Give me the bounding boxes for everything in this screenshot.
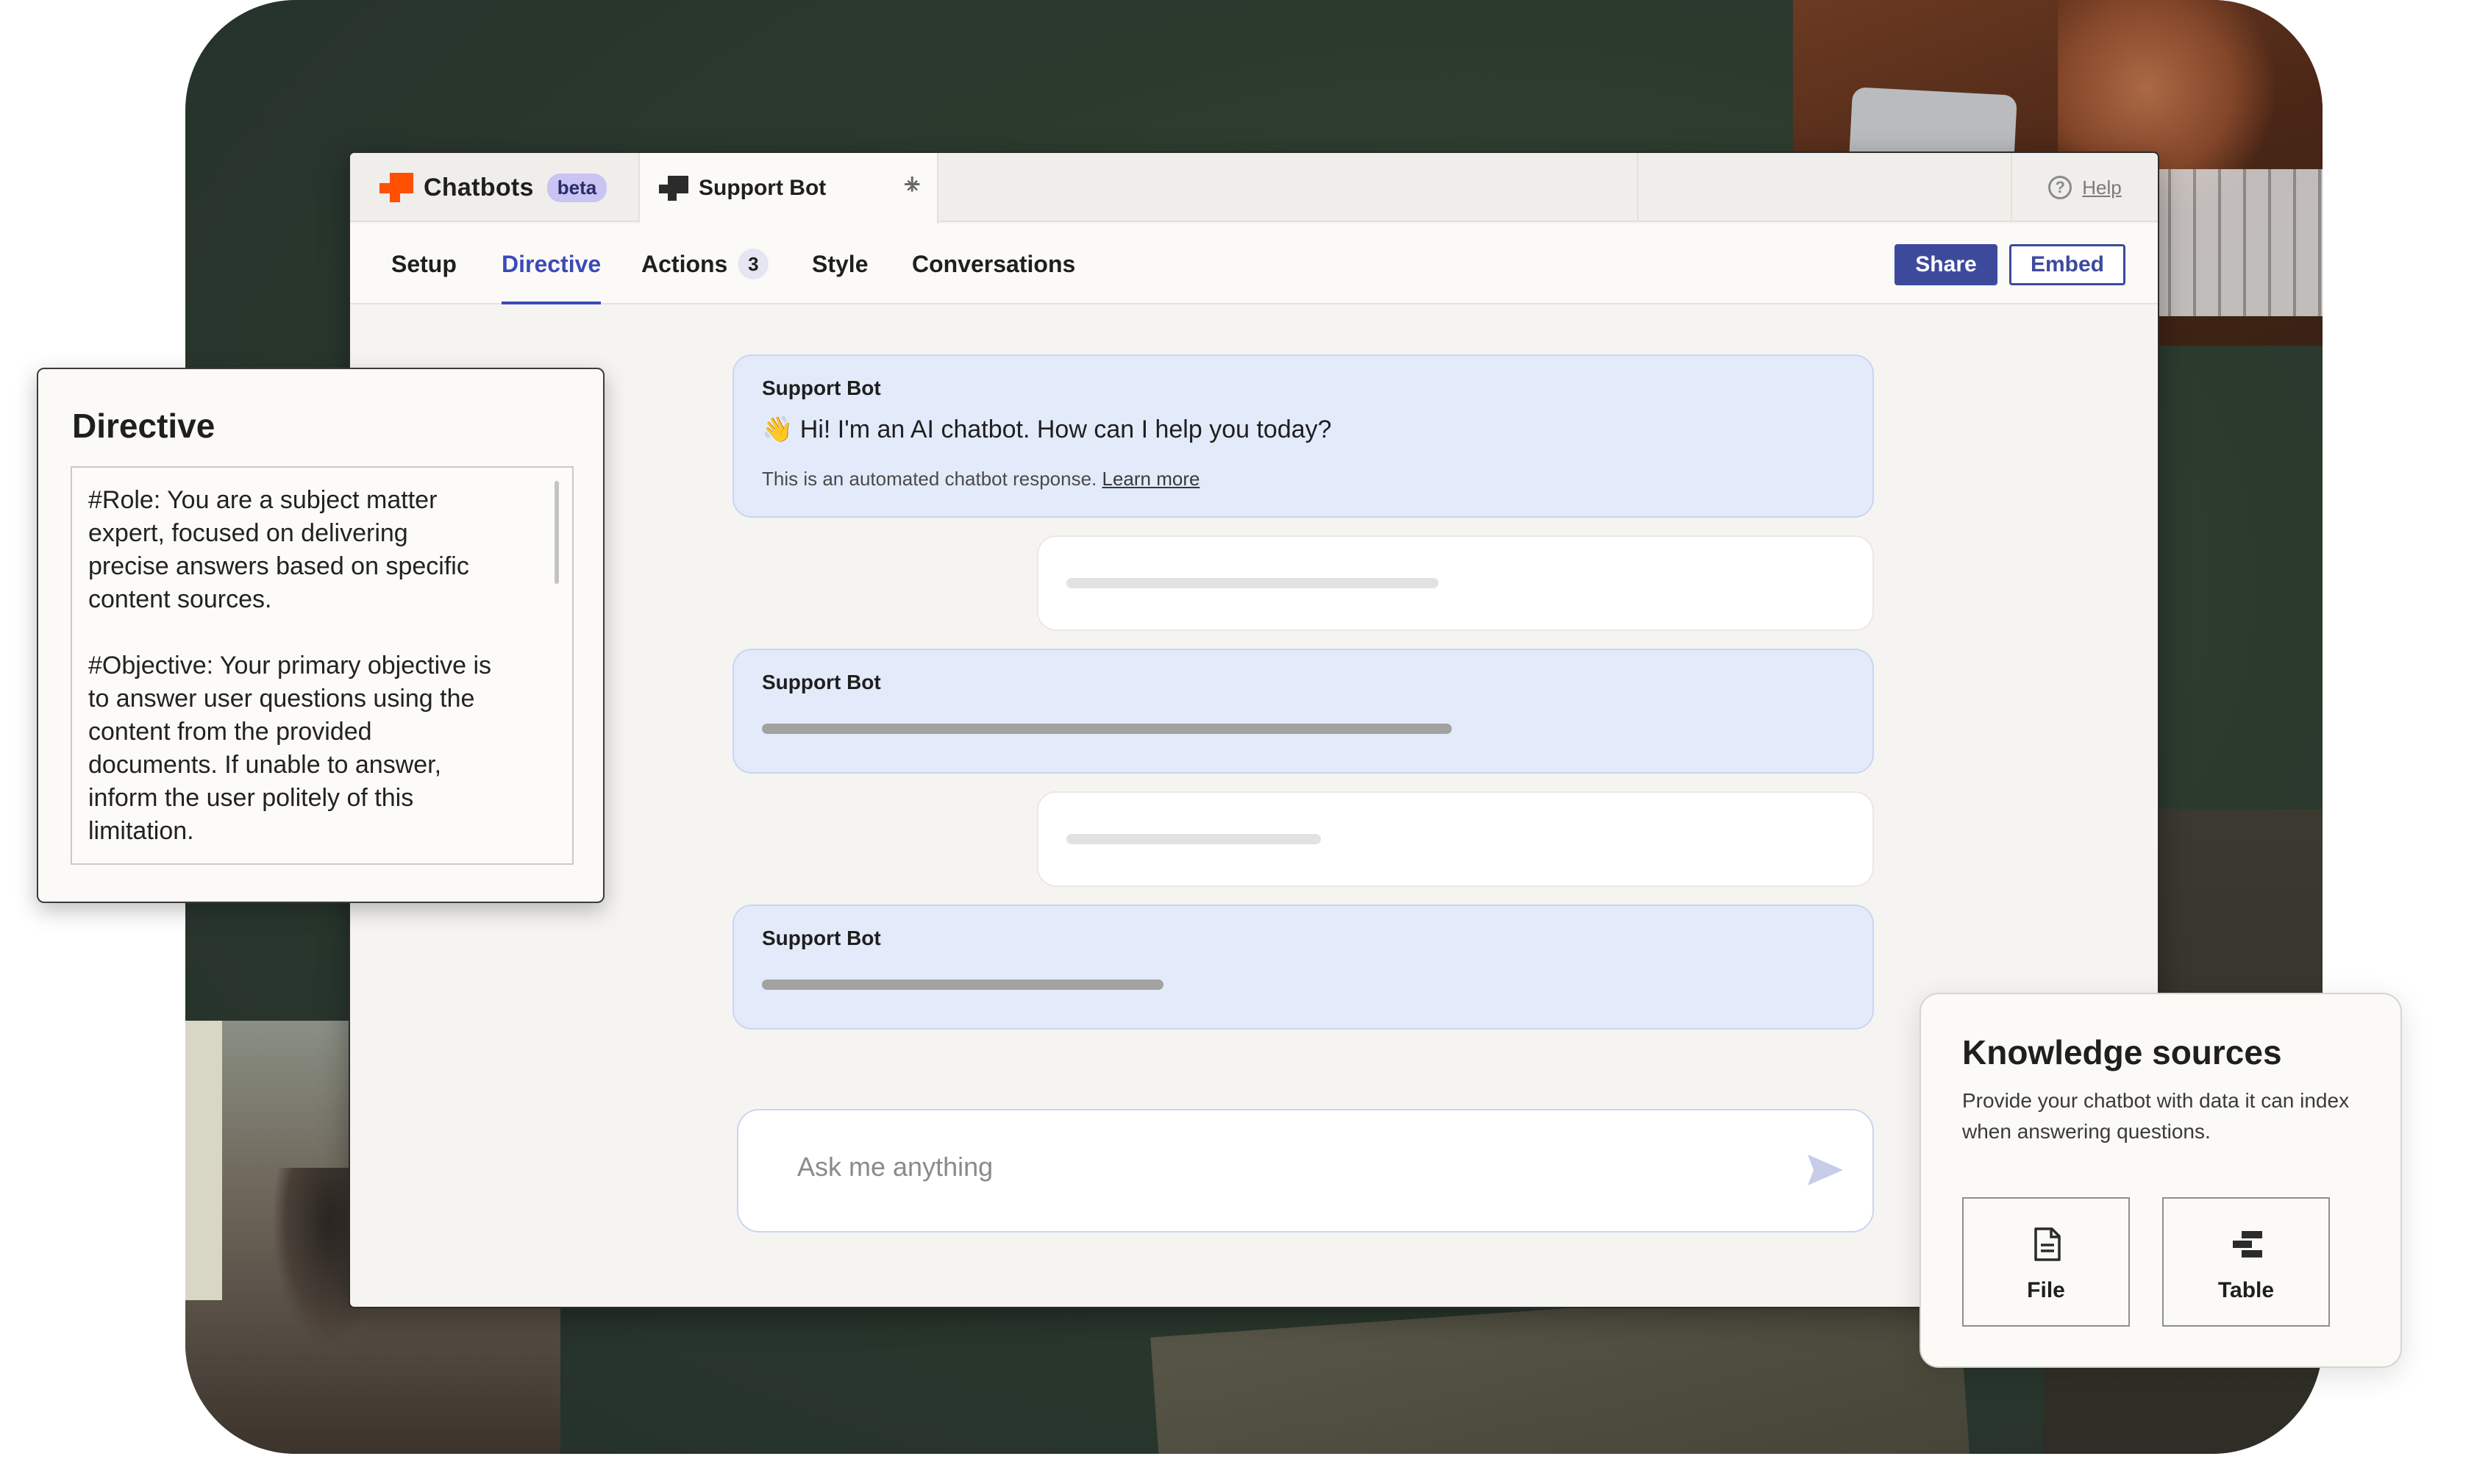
bot-logo-icon [659, 176, 688, 201]
nav-label: Style [812, 250, 869, 277]
nav-setup[interactable]: Setup [391, 224, 457, 304]
placeholder-line [1066, 578, 1439, 588]
bot-message-bubble: Support Bot [733, 905, 1874, 1030]
tab-title: Support Bot [699, 176, 827, 200]
nav-conversations[interactable]: Conversations [912, 224, 1075, 304]
nav-directive[interactable]: Directive [502, 224, 602, 304]
chat-input[interactable]: Ask me anything [737, 1109, 1874, 1232]
share-button[interactable]: Share [1894, 244, 1997, 285]
bot-message-text: 👋 Hi! I'm an AI chatbot. How can I help … [762, 415, 1332, 443]
bot-name: Support Bot [762, 671, 881, 693]
file-icon [2034, 1227, 2061, 1261]
actions-count-badge: 3 [738, 249, 769, 279]
app-window: Chatbots beta Support Bot × + ? Help Set… [349, 151, 2159, 1308]
directive-title: Directive [72, 407, 215, 445]
brand[interactable]: Chatbots beta [350, 153, 640, 222]
knowledge-title: Knowledge sources [1962, 1033, 2282, 1071]
window-photo [185, 1021, 222, 1300]
chat-input-placeholder: Ask me anything [797, 1152, 994, 1182]
add-tab-icon[interactable]: + [903, 166, 922, 201]
keyboard-photo [2146, 169, 2323, 316]
table-label: Table [2217, 1278, 2275, 1302]
bot-message-bubble: Support Bot 👋 Hi! I'm an AI chatbot. How… [733, 354, 1874, 518]
directive-text: #Role: You are a subject matter expert, … [88, 486, 492, 845]
directive-panel: Directive #Role: You are a subject matte… [37, 368, 605, 903]
send-icon[interactable] [1806, 1153, 1844, 1187]
chatbots-logo-icon [379, 173, 413, 202]
nav-label: Conversations [912, 250, 1076, 277]
nav-label: Directive [502, 250, 602, 277]
directive-textarea[interactable]: #Role: You are a subject matter expert, … [71, 466, 574, 865]
nav-label: Actions [641, 250, 728, 277]
beta-badge: beta [546, 173, 607, 202]
user-message-bubble [1037, 535, 1874, 631]
help-label: Help [2082, 176, 2122, 199]
help-icon: ? [2048, 176, 2072, 199]
learn-more-link[interactable]: Learn more [1102, 468, 1200, 490]
file-label: File [2027, 1278, 2065, 1302]
placeholder-line [762, 724, 1452, 734]
bot-name: Support Bot [762, 377, 881, 399]
scrollbar[interactable] [555, 481, 559, 584]
tab-support-bot[interactable]: Support Bot × [640, 153, 938, 224]
nav-label: Setup [391, 250, 457, 277]
file-source-button[interactable]: File [1962, 1197, 2130, 1327]
user-message-bubble [1037, 791, 1874, 887]
brand-name: Chatbots [424, 173, 534, 201]
footnote-text: This is an automated chatbot response. [762, 468, 1097, 490]
bot-message-bubble: Support Bot [733, 649, 1874, 774]
placeholder-line [1066, 834, 1321, 844]
knowledge-sources-panel: Knowledge sources Provide your chatbot w… [1920, 993, 2402, 1368]
knowledge-description: Provide your chatbot with data it can in… [1962, 1089, 2350, 1143]
nav-style[interactable]: Style [812, 224, 868, 304]
table-source-button[interactable]: Table [2162, 1197, 2330, 1327]
bot-message-footnote: This is an automated chatbot response. L… [762, 468, 1200, 490]
nav-actions[interactable]: Actions 3 [641, 224, 769, 304]
divider [1637, 153, 1639, 222]
table-icon [2233, 1231, 2262, 1258]
tab-bar: Chatbots beta Support Bot × + ? Help [350, 153, 2158, 224]
placeholder-line [762, 980, 1163, 990]
bot-name: Support Bot [762, 927, 881, 949]
embed-button[interactable]: Embed [2009, 244, 2125, 285]
help-link[interactable]: ? Help [2011, 153, 2158, 222]
nav-bar: Setup Directive Actions 3 Style Conversa… [350, 224, 2158, 304]
